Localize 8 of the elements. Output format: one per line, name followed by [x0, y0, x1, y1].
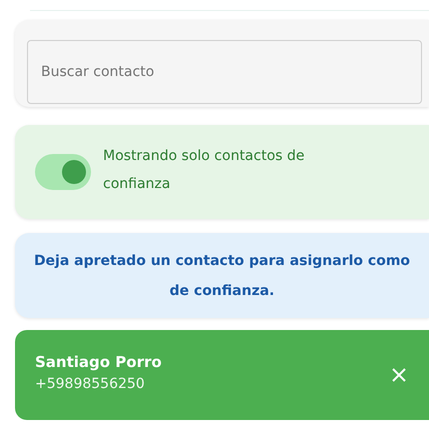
contact-phone: +59898556250	[35, 376, 146, 392]
search-field[interactable]: Buscar contacto	[27, 40, 422, 104]
close-icon[interactable]	[391, 367, 407, 383]
toggle-switch[interactable]	[35, 154, 91, 190]
filter-label: Mostrando solo contactos de confianza	[103, 147, 306, 194]
contact-name: Santiago Porro	[35, 352, 162, 370]
contact-card[interactable]: Santiago Porro +59898556250	[15, 330, 429, 420]
hint-text: Deja apretado un contacto para asignarlo como de confianza.	[32, 252, 412, 300]
